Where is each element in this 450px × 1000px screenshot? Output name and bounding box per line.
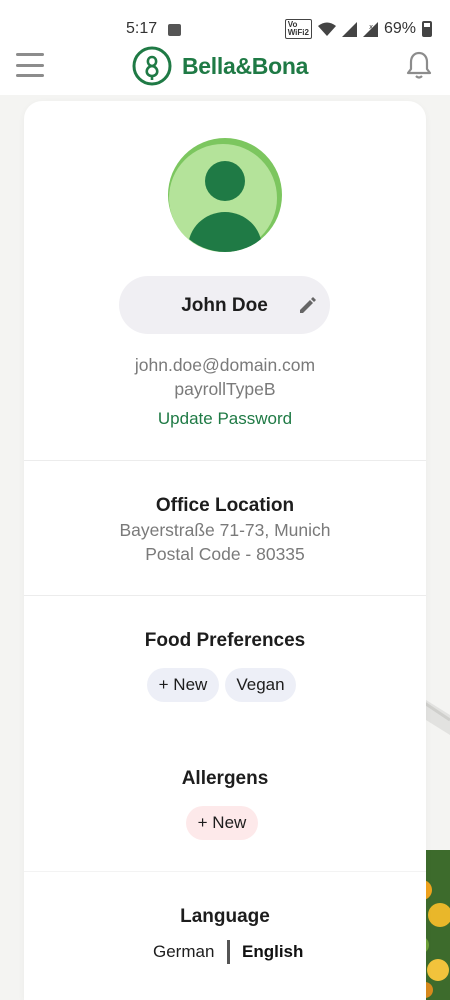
office-address: Bayerstraße 71-73, Munich bbox=[119, 520, 331, 540]
allergen-add-chip[interactable]: + New bbox=[186, 806, 258, 840]
food-preference-add-chip[interactable]: + New bbox=[147, 668, 219, 702]
language-selector: German English bbox=[24, 940, 426, 965]
food-preferences-title: Food Preferences bbox=[144, 630, 306, 651]
signal-no-data-icon: x bbox=[362, 21, 378, 37]
language-option-german[interactable]: German bbox=[153, 942, 214, 962]
pencil-icon[interactable] bbox=[298, 295, 318, 315]
bell-icon[interactable] bbox=[406, 50, 432, 80]
brand-logo[interactable]: Bella&Bona bbox=[132, 46, 308, 86]
signal-icon bbox=[341, 21, 357, 37]
hamburger-menu-icon[interactable] bbox=[16, 53, 44, 77]
divider bbox=[24, 595, 426, 596]
battery-icon bbox=[422, 21, 432, 37]
divider bbox=[24, 460, 426, 461]
bella-bona-logo-mark bbox=[132, 46, 172, 86]
allergens-title: Allergens bbox=[181, 768, 269, 789]
office-postal-code: Postal Code - 80335 bbox=[145, 544, 305, 564]
name-field[interactable]: John Doe bbox=[119, 276, 330, 334]
food-preference-chip-vegan[interactable]: Vegan bbox=[225, 668, 296, 702]
status-bar: 5:17 Vo WiFi2 x 69% bbox=[0, 0, 450, 40]
language-title: Language bbox=[180, 906, 270, 927]
svg-text:x: x bbox=[369, 23, 373, 31]
user-avatar-icon[interactable] bbox=[166, 136, 284, 254]
app-header: Bella&Bona bbox=[0, 40, 450, 95]
office-location-title: Office Location bbox=[155, 495, 295, 516]
image-notification-icon bbox=[168, 24, 181, 36]
language-separator bbox=[227, 940, 230, 964]
wifi-icon bbox=[317, 22, 336, 36]
profile-card: John Doe john.doe@domain.com payrollType… bbox=[24, 101, 426, 1000]
divider bbox=[24, 871, 426, 872]
brand-name: Bella&Bona bbox=[182, 52, 309, 79]
language-option-english[interactable]: English bbox=[242, 942, 303, 962]
payroll-type: payrollTypeB bbox=[174, 379, 276, 399]
update-password-link[interactable]: Update Password bbox=[24, 409, 426, 429]
volte-icon: Vo WiFi2 bbox=[284, 19, 312, 39]
battery-percent: 69% bbox=[383, 20, 416, 37]
status-time: 5:17 bbox=[126, 20, 158, 37]
status-indicators: Vo WiFi2 x 69% bbox=[284, 19, 432, 39]
user-email: john.doe@domain.com bbox=[134, 355, 316, 375]
